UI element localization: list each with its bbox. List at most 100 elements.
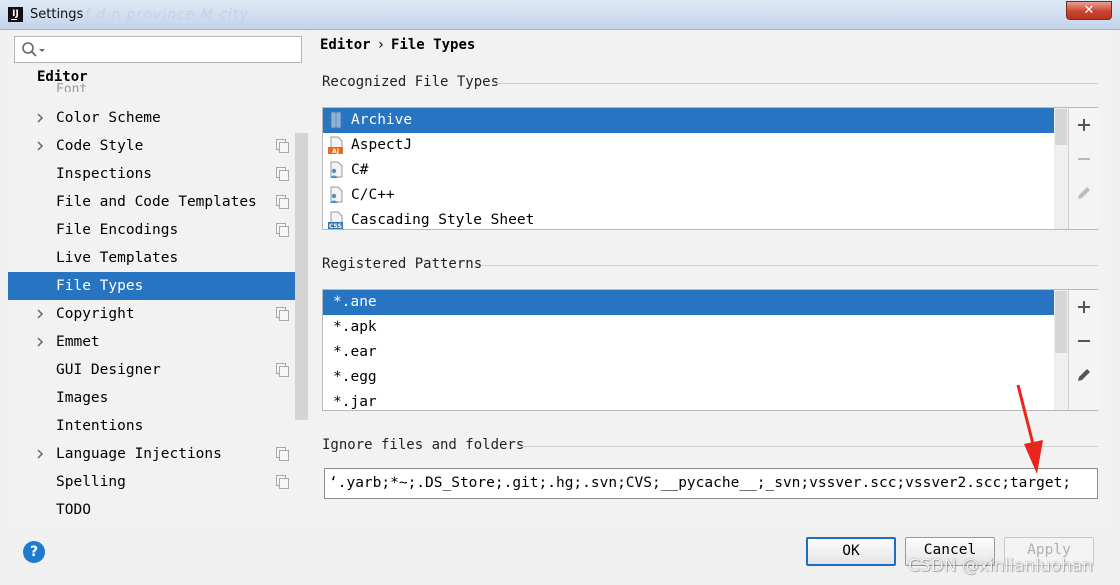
settings-search-input[interactable]	[14, 36, 302, 63]
pattern-row[interactable]: *.ear	[323, 340, 1054, 365]
css-file-icon: CSS	[328, 211, 343, 229]
chevron-right-icon[interactable]	[35, 337, 45, 347]
chevron-right-icon[interactable]	[35, 449, 45, 459]
tree-item[interactable]: Emmet	[8, 328, 308, 356]
project-settings-icon	[276, 139, 289, 153]
project-settings-icon	[276, 195, 289, 209]
file-type-row[interactable]: AJ AspectJ	[323, 133, 1054, 158]
project-settings-icon	[276, 475, 289, 489]
tree-item[interactable]: Color Scheme	[8, 104, 308, 132]
tree-item-label: Inspections	[56, 166, 153, 182]
tree-item[interactable]: Language Injections	[8, 440, 308, 468]
help-button[interactable]: ?	[23, 541, 45, 563]
scrollbar-thumb[interactable]	[1055, 109, 1067, 145]
tree-scrolled-item: Font	[56, 82, 88, 92]
pattern-row[interactable]: *.jar	[323, 390, 1054, 410]
tree-scrollbar[interactable]	[295, 133, 308, 420]
project-settings-icon	[276, 307, 289, 321]
file-type-row[interactable]: CSS Cascading Style Sheet	[323, 208, 1054, 229]
ignore-files-title: Ignore files and folders	[322, 437, 525, 453]
pattern-label: *.jar	[333, 394, 377, 410]
window-title-ghost: f.d.n province M city	[85, 7, 249, 23]
chevron-right-icon[interactable]	[35, 309, 45, 319]
file-type-row[interactable]: Archive	[323, 108, 1054, 133]
tree-item[interactable]: Spelling	[8, 468, 308, 496]
tree-item[interactable]: File and Code Templates	[8, 188, 308, 216]
tree-item[interactable]: Live Templates	[8, 244, 308, 272]
tree-item[interactable]: TODO	[8, 496, 308, 524]
pattern-label: *.ane	[333, 294, 377, 310]
chevron-right-icon[interactable]	[35, 141, 45, 151]
add-file-type-button[interactable]	[1075, 116, 1093, 134]
recognized-file-types-list[interactable]: Archive AJ AspectJ C# C/C++ CSS Cascading Styl…	[322, 107, 1098, 230]
tree-item-label: Images	[56, 390, 109, 406]
edit-pattern-button[interactable]	[1075, 366, 1093, 384]
watermark: CSDN @xinlianluohan	[908, 556, 1093, 576]
tree-item[interactable]: File Types	[8, 272, 308, 300]
tree-item[interactable]: File Encodings	[8, 216, 308, 244]
file-type-row[interactable]: C#	[323, 158, 1054, 183]
tree-item-label: Spelling	[56, 474, 126, 490]
file-type-label: C#	[351, 162, 369, 178]
tree-item-label: Code Style	[56, 138, 144, 154]
pattern-label: *.apk	[333, 319, 377, 335]
project-settings-icon	[276, 363, 289, 377]
file-type-label: Cascading Style Sheet	[351, 212, 535, 228]
section-divider	[482, 265, 1098, 266]
recognized-file-types-title: Recognized File Types	[322, 74, 500, 90]
window-title: Settings	[30, 7, 84, 22]
settings-navigation-panel: Editor Font Color Scheme Code Style Inspec…	[8, 30, 308, 527]
file-type-label: Archive	[351, 112, 413, 128]
tree-item-label: Live Templates	[56, 250, 179, 266]
patterns-list-toolbar	[1068, 290, 1098, 410]
breadcrumb-separator: ›	[376, 37, 386, 53]
tree-item[interactable]: Code Style	[8, 132, 308, 160]
pattern-row[interactable]: *.ane	[323, 290, 1054, 315]
tree-item-label: File Types	[56, 278, 144, 294]
scrollbar-thumb[interactable]	[1055, 291, 1067, 353]
tree-item[interactable]: Inspections	[8, 160, 308, 188]
ok-button[interactable]: OK	[806, 537, 896, 566]
ignore-files-input[interactable]: ‘.yarb;*~;.DS_Store;.git;.hg;.svn;CVS;__…	[324, 468, 1098, 499]
annotation-arrow	[1016, 384, 1043, 474]
file-type-row[interactable]: C/C++	[323, 183, 1054, 208]
tree-item-label: TODO	[56, 502, 91, 518]
project-settings-icon	[276, 223, 289, 237]
aspectj-file-icon: AJ	[328, 136, 343, 155]
pattern-label: *.ear	[333, 344, 377, 360]
tree-item[interactable]: Intentions	[8, 412, 308, 440]
remove-file-type-button[interactable]	[1075, 150, 1093, 168]
chevron-right-icon[interactable]	[35, 113, 45, 123]
pattern-row[interactable]: *.apk	[323, 315, 1054, 340]
tree-item[interactable]: Images	[8, 384, 308, 412]
add-pattern-button[interactable]	[1075, 298, 1093, 316]
tree-item-label: File Encodings	[56, 222, 179, 238]
settings-tree: Color Scheme Code Style Inspections File an…	[8, 104, 308, 524]
tree-item-label: Copyright	[56, 306, 135, 322]
recognized-list-scrollbar[interactable]	[1054, 108, 1068, 229]
intellij-app-icon: IJ	[8, 7, 23, 22]
patterns-list-scrollbar[interactable]	[1054, 290, 1068, 410]
remove-pattern-button[interactable]	[1075, 332, 1093, 350]
close-icon: ✕	[1083, 3, 1095, 18]
svg-text:AJ: AJ	[332, 148, 339, 155]
tree-item-label: GUI Designer	[56, 362, 161, 378]
close-window-button[interactable]: ✕	[1066, 1, 1112, 20]
tree-item[interactable]: Copyright	[8, 300, 308, 328]
registered-patterns-list[interactable]: *.ane *.apk *.ear *.egg *.jar	[322, 289, 1098, 411]
recognized-list-toolbar	[1068, 108, 1098, 229]
project-settings-icon	[276, 447, 289, 461]
cpp-file-icon	[330, 186, 343, 203]
file-type-label: AspectJ	[351, 137, 413, 153]
pattern-label: *.egg	[333, 369, 377, 385]
edit-file-type-button[interactable]	[1075, 184, 1093, 202]
tree-item[interactable]: GUI Designer	[8, 356, 308, 384]
pattern-row[interactable]: *.egg	[323, 365, 1054, 390]
file-type-label: C/C++	[351, 187, 395, 203]
tree-item-label: Color Scheme	[56, 110, 161, 126]
tree-item-label: File and Code Templates	[56, 194, 257, 210]
registered-patterns-title: Registered Patterns	[322, 256, 483, 272]
file-types-panel: Editor › File Types Recognized File Types …	[310, 30, 1112, 527]
tree-item-label: Emmet	[56, 334, 100, 350]
archive-icon	[330, 111, 342, 129]
